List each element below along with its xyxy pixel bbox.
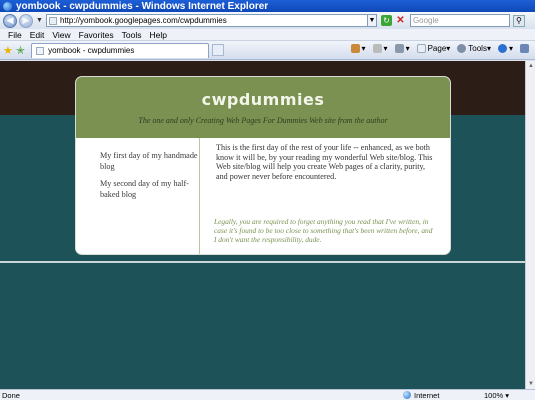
stop-icon[interactable]: ✕ xyxy=(395,15,406,26)
research-icon xyxy=(520,44,529,53)
divider-line xyxy=(0,261,525,269)
tab-yombook[interactable]: yombook - cwpdummies xyxy=(31,42,210,58)
forward-button[interactable]: ▶ xyxy=(19,13,33,28)
address-toolbar: ◀ ▶ ▼ http://yombook.googlepages.com/cwp… xyxy=(0,12,535,29)
page-icon xyxy=(416,44,426,53)
page-viewport: cwpdummies The one and only Creating Web… xyxy=(0,61,525,389)
status-bar: Done Internet 100% ▾ xyxy=(0,389,535,400)
footer-band xyxy=(0,269,525,389)
menu-favorites[interactable]: Favorites xyxy=(79,30,114,40)
globe-icon xyxy=(403,391,411,399)
body-text: This is the first day of the rest of you… xyxy=(216,143,433,181)
home-button[interactable]: ▾ xyxy=(350,44,366,53)
recent-pages-dropdown-icon[interactable]: ▼ xyxy=(36,17,43,24)
page-label: Page xyxy=(427,44,447,53)
status-text: Done xyxy=(2,390,20,400)
address-input[interactable]: http://yombook.googlepages.com/cwpdummie… xyxy=(45,14,368,27)
zoom-label: 100% xyxy=(484,390,504,400)
feeds-button[interactable]: ▾ xyxy=(372,44,388,53)
tab-row: ★ ✭ yombook - cwpdummies ▾ ▾ ▾ Page ▾ Too… xyxy=(0,41,535,60)
address-url[interactable]: http://yombook.googlepages.com/cwpdummie… xyxy=(60,16,227,25)
favorites-star-icon[interactable]: ★ xyxy=(3,44,13,57)
gear-icon xyxy=(457,44,467,53)
search-icon[interactable]: ⚲ xyxy=(512,14,525,27)
menu-edit[interactable]: Edit xyxy=(30,30,45,40)
site-title: cwpdummies xyxy=(201,90,325,109)
command-bar: ▾ ▾ ▾ Page ▾ Tools ▾ ▾ xyxy=(344,44,531,53)
tab-page-icon xyxy=(36,46,45,55)
help-button[interactable]: ▾ xyxy=(497,44,513,53)
print-button[interactable]: ▾ xyxy=(394,44,410,53)
add-favorites-icon[interactable]: ✭ xyxy=(16,44,25,57)
zone-label: Internet xyxy=(414,390,440,400)
new-tab-button[interactable] xyxy=(212,44,225,56)
page-menu-button[interactable]: Page ▾ xyxy=(416,44,450,53)
tools-label: Tools xyxy=(468,44,487,53)
search-input[interactable]: Google xyxy=(409,14,510,27)
nav-link-second-day[interactable]: My second day of my half-baked blog xyxy=(100,178,200,200)
back-button[interactable]: ◀ xyxy=(3,13,17,28)
site-body: My first day of my handmade blog My seco… xyxy=(76,138,450,254)
refresh-icon[interactable]: ↻ xyxy=(380,15,392,26)
research-button[interactable] xyxy=(520,44,531,53)
window-titlebar: yombook - cwpdummies - Windows Internet … xyxy=(0,0,535,12)
menu-tools[interactable]: Tools xyxy=(122,30,142,40)
zoom-level[interactable]: 100% ▾ xyxy=(484,391,509,400)
ie-logo-icon xyxy=(3,1,12,11)
scroll-down-icon[interactable]: ▼ xyxy=(526,379,535,389)
print-icon xyxy=(394,44,404,53)
site-header: cwpdummies The one and only Creating Web… xyxy=(76,77,450,138)
menu-bar: File Edit View Favorites Tools Help xyxy=(0,29,535,41)
page-icon xyxy=(48,16,57,25)
window-title: yombook - cwpdummies - Windows Internet … xyxy=(16,0,269,12)
nav-link-first-day[interactable]: My first day of my handmade blog xyxy=(100,150,200,172)
scroll-up-icon[interactable]: ▲ xyxy=(526,61,535,71)
menu-view[interactable]: View xyxy=(52,30,70,40)
menu-file[interactable]: File xyxy=(8,30,22,40)
security-zone[interactable]: Internet xyxy=(403,391,439,400)
search-placeholder: Google xyxy=(412,16,439,25)
vertical-scrollbar[interactable]: ▲ ▼ xyxy=(525,61,535,389)
site-tagline: The one and only Creating Web Pages For … xyxy=(138,116,388,125)
menu-help[interactable]: Help xyxy=(149,30,166,40)
tab-label: yombook - cwpdummies xyxy=(48,46,135,55)
address-dropdown-icon[interactable]: ▼ xyxy=(367,14,377,27)
sidebar-nav: My first day of my handmade blog My seco… xyxy=(76,138,200,254)
feeds-icon xyxy=(372,44,382,53)
main-content: This is the first day of the rest of you… xyxy=(214,143,438,244)
site-card: cwpdummies The one and only Creating Web… xyxy=(76,77,450,254)
home-icon xyxy=(350,44,360,53)
tools-menu-button[interactable]: Tools ▾ xyxy=(457,44,491,53)
disclaimer-text: Legally, you are required to forget anyt… xyxy=(214,217,433,245)
help-icon xyxy=(497,44,507,53)
